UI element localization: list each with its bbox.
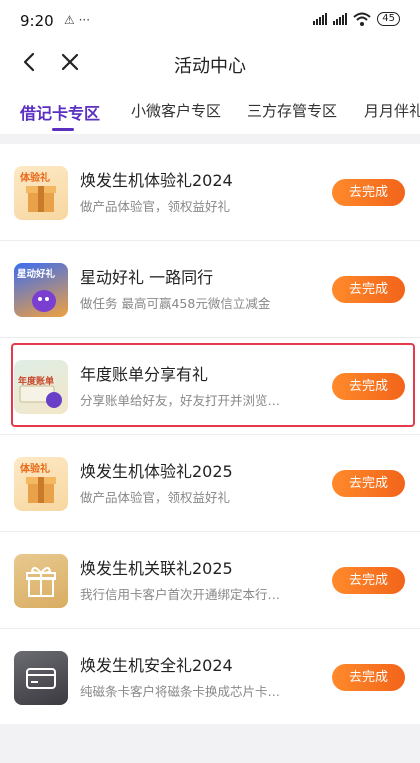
notification-icons: ⚠ ··· — [64, 13, 91, 27]
thumb-label: 体验礼 — [20, 464, 50, 475]
page-title: 活动中心 — [174, 56, 246, 77]
item-desc: 做产品体验官，领权益好礼 — [80, 490, 231, 505]
item-desc: 我行信用卡客户首次开通绑定本行… — [80, 587, 281, 602]
thumb-label: 年度账单 — [18, 377, 55, 387]
item-desc: 做产品体验官，领权益好礼 — [80, 199, 231, 214]
item-title: 年度账单分享有礼 — [80, 365, 209, 384]
mascot-icon: 星动好礼 — [14, 263, 68, 317]
nav-bar: 活动中心 — [0, 42, 420, 86]
item-title: 焕发生机安全礼2024 — [80, 656, 233, 675]
tab-small-business[interactable]: 小微客户专区 — [131, 100, 221, 121]
status-time: 9:20 — [20, 12, 54, 30]
battery-icon: 45 — [377, 12, 400, 26]
annual-bill-icon: 年度账单 — [14, 360, 68, 414]
list-item[interactable]: 年度账单 年度账单分享有礼 分享账单给好友，好友打开并浏览… 去完成 — [0, 338, 420, 435]
item-desc: 做任务 最高可赢458元微信立减金 — [80, 296, 271, 311]
signal-icon-2 — [333, 13, 348, 25]
tab-bar: 借记卡专区 小微客户专区 三方存管专区 月月伴礼 — [0, 86, 420, 134]
item-title: 焕发生机关联礼2025 — [80, 559, 233, 578]
complete-button[interactable]: 去完成 — [332, 567, 405, 594]
gift-box-icon: 体验礼 — [14, 457, 68, 511]
complete-button[interactable]: 去完成 — [332, 470, 405, 497]
item-title: 焕发生机体验礼2024 — [80, 171, 233, 190]
tab-indicator — [52, 128, 74, 131]
activity-list: 体验礼 焕发生机体验礼2024 做产品体验官，领权益好礼 去完成 星动好礼 星动… — [0, 144, 420, 724]
tab-third-party-custody[interactable]: 三方存管专区 — [247, 100, 337, 121]
thumb-label: 体验礼 — [20, 173, 50, 184]
list-item[interactable]: 焕发生机关联礼2025 我行信用卡客户首次开通绑定本行… 去完成 — [0, 532, 420, 629]
item-desc: 纯磁条卡客户将磁条卡换成芯片卡… — [80, 684, 281, 699]
item-title: 星动好礼 一路同行 — [80, 268, 214, 287]
wifi-icon — [353, 12, 371, 26]
card-icon — [14, 651, 68, 705]
gift-box-icon: 体验礼 — [14, 166, 68, 220]
signal-icon — [313, 13, 328, 25]
list-item[interactable]: 星动好礼 星动好礼 一路同行 做任务 最高可赢458元微信立减金 去完成 — [0, 241, 420, 338]
item-desc: 分享账单给好友，好友打开并浏览… — [80, 393, 281, 408]
status-bar: 9:20 ⚠ ··· 45 — [0, 0, 420, 42]
status-indicators: 45 — [313, 12, 400, 26]
list-item[interactable]: 体验礼 焕发生机体验礼2024 做产品体验官，领权益好礼 去完成 — [0, 144, 420, 241]
list-item[interactable]: 焕发生机安全礼2024 纯磁条卡客户将磁条卡换成芯片卡… 去完成 — [0, 629, 420, 726]
complete-button[interactable]: 去完成 — [332, 179, 405, 206]
complete-button[interactable]: 去完成 — [332, 276, 405, 303]
complete-button[interactable]: 去完成 — [332, 373, 405, 400]
complete-button[interactable]: 去完成 — [332, 664, 405, 691]
gift-icon — [14, 554, 68, 608]
thumb-label: 星动好礼 — [17, 269, 56, 280]
tab-monthly-gifts[interactable]: 月月伴礼 — [364, 100, 420, 121]
tab-debit-card[interactable]: 借记卡专区 — [20, 100, 100, 124]
item-title: 焕发生机体验礼2025 — [80, 462, 233, 481]
list-item[interactable]: 体验礼 焕发生机体验礼2025 做产品体验官，领权益好礼 去完成 — [0, 435, 420, 532]
